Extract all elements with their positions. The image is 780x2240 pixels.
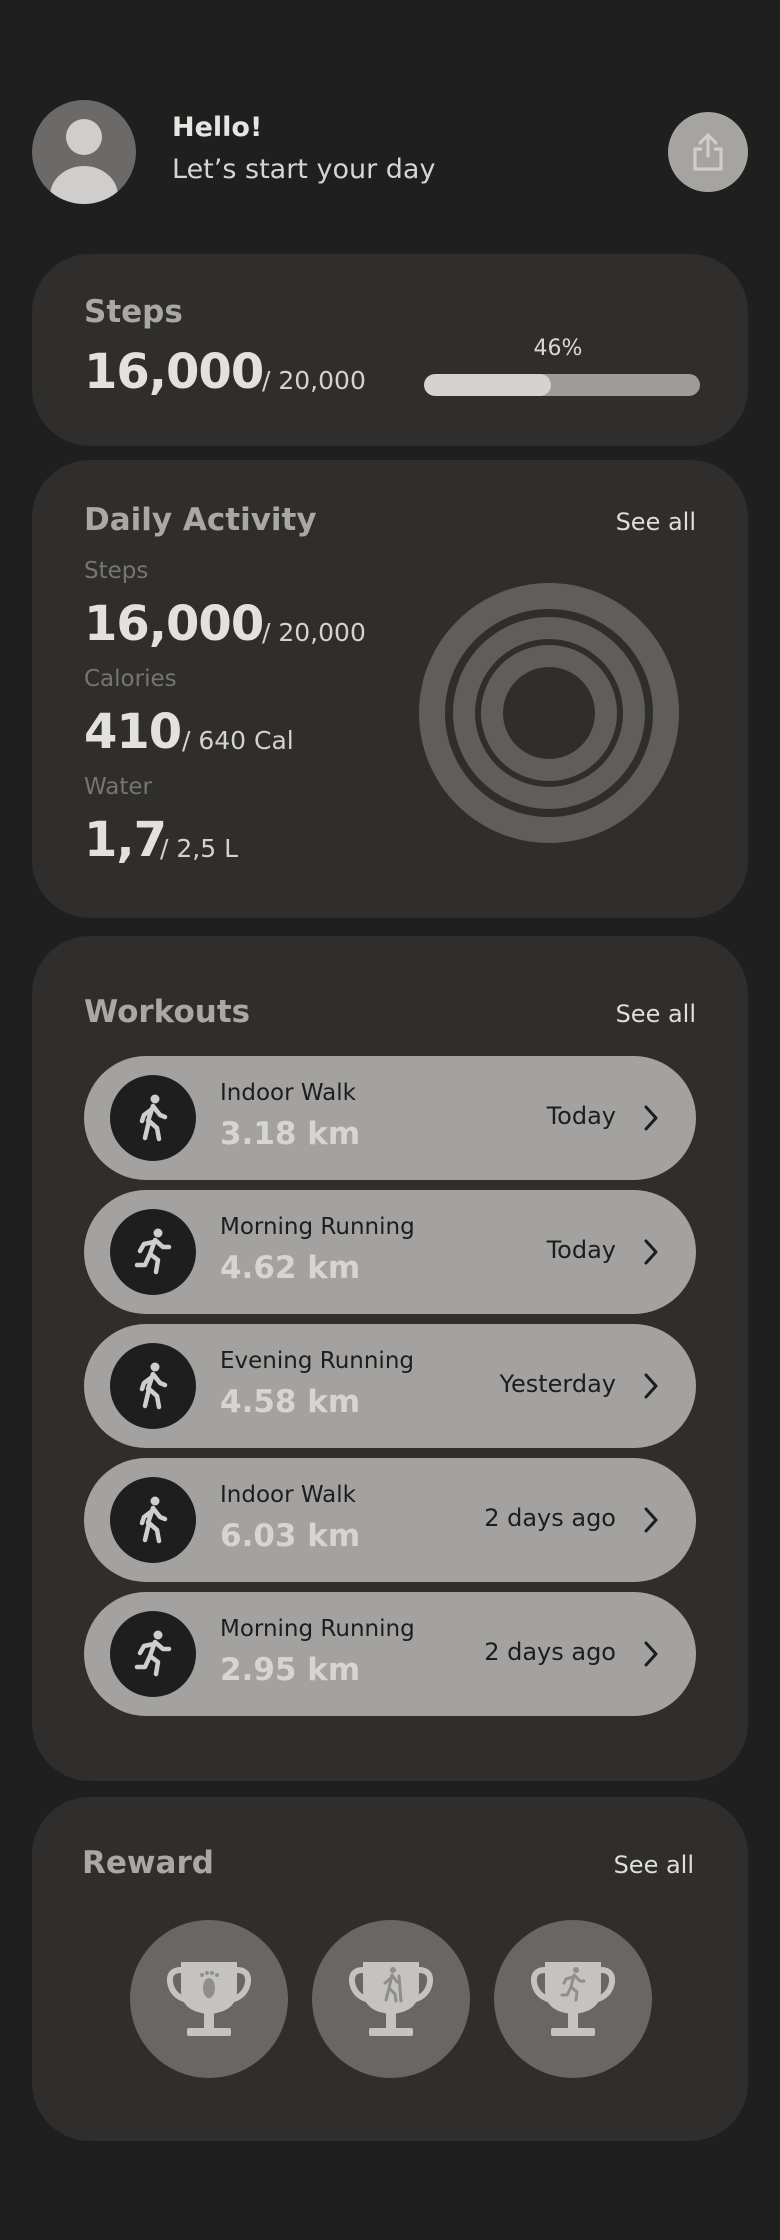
workout-distance: 4.58 km (220, 1384, 361, 1420)
metric-water-goal: / 2,5 L (160, 834, 239, 863)
walking-icon (110, 1075, 196, 1161)
steps-progress-label: 46% (533, 336, 583, 361)
steps-progress-fill (424, 374, 551, 396)
workout-item[interactable]: Indoor Walk 6.03 km 2 days ago (84, 1458, 696, 1582)
walking-icon (110, 1477, 196, 1563)
chevron-right-icon (644, 1373, 658, 1399)
metric-steps-label: Steps (84, 558, 149, 584)
steps-card[interactable]: Steps 16,000 / 20,000 46% (32, 254, 748, 446)
activity-rings (419, 583, 679, 843)
share-button[interactable] (668, 112, 748, 192)
steps-value: 16,000 (84, 344, 264, 400)
workout-item[interactable]: Morning Running 4.62 km Today (84, 1190, 696, 1314)
greeting-subtitle: Let’s start your day (172, 154, 436, 185)
workout-date: Today (546, 1102, 616, 1130)
workout-name: Morning Running (220, 1214, 415, 1240)
trophy-runner-icon (531, 1962, 615, 2036)
chevron-right-icon (644, 1641, 658, 1667)
ring-water (481, 645, 617, 781)
metric-steps-goal: / 20,000 (262, 618, 366, 647)
chevron-right-icon (644, 1105, 658, 1131)
workout-name: Indoor Walk (220, 1482, 356, 1508)
workout-item[interactable]: Indoor Walk 3.18 km Today (84, 1056, 696, 1180)
trophy-footprint-icon (167, 1962, 251, 2036)
workout-name: Evening Running (220, 1348, 414, 1374)
reward-see-all-link[interactable]: See all (614, 1851, 694, 1879)
metric-water-label: Water (84, 774, 152, 800)
workout-date: 2 days ago (484, 1504, 616, 1532)
trophy-hiker-icon (349, 1962, 433, 2036)
steps-goal: / 20,000 (262, 366, 366, 395)
metric-calories-label: Calories (84, 666, 177, 692)
reward-badge[interactable] (312, 1920, 470, 2078)
share-icon (693, 133, 723, 171)
workouts-card: Workouts See all Indoor Walk 3.18 km Tod… (32, 936, 748, 1781)
metric-steps-value: 16,000 (84, 596, 264, 652)
user-avatar-icon[interactable] (32, 100, 136, 204)
metric-calories-goal: / 640 Cal (182, 726, 294, 755)
activity-title: Daily Activity (84, 502, 317, 538)
reward-badge[interactable] (494, 1920, 652, 2078)
steps-title: Steps (84, 294, 183, 330)
workout-date: Yesterday (499, 1370, 616, 1398)
header: Hello! Let’s start your day (32, 100, 748, 204)
workout-distance: 3.18 km (220, 1116, 361, 1152)
workout-name: Indoor Walk (220, 1080, 356, 1106)
workouts-title: Workouts (84, 994, 251, 1030)
metric-calories-value: 410 (84, 704, 182, 760)
walking-icon (110, 1343, 196, 1429)
workout-date: 2 days ago (484, 1638, 616, 1666)
workout-item[interactable]: Morning Running 2.95 km 2 days ago (84, 1592, 696, 1716)
workout-distance: 2.95 km (220, 1652, 361, 1688)
greeting-title: Hello! (172, 112, 263, 143)
workout-name: Morning Running (220, 1616, 415, 1642)
steps-progress-bar (424, 374, 700, 396)
metric-water-value: 1,7 (84, 812, 167, 868)
workout-distance: 4.62 km (220, 1250, 361, 1286)
reward-card: Reward See all (32, 1797, 748, 2141)
daily-activity-card: Daily Activity See all Steps 16,000 / 20… (32, 460, 748, 918)
running-icon (110, 1611, 196, 1697)
activity-see-all-link[interactable]: See all (616, 508, 696, 536)
workout-date: Today (546, 1236, 616, 1264)
reward-title: Reward (82, 1845, 214, 1881)
workout-distance: 6.03 km (220, 1518, 361, 1554)
running-icon (110, 1209, 196, 1295)
workouts-see-all-link[interactable]: See all (616, 1000, 696, 1028)
chevron-right-icon (644, 1507, 658, 1533)
reward-badge[interactable] (130, 1920, 288, 2078)
chevron-right-icon (644, 1239, 658, 1265)
workout-item[interactable]: Evening Running 4.58 km Yesterday (84, 1324, 696, 1448)
